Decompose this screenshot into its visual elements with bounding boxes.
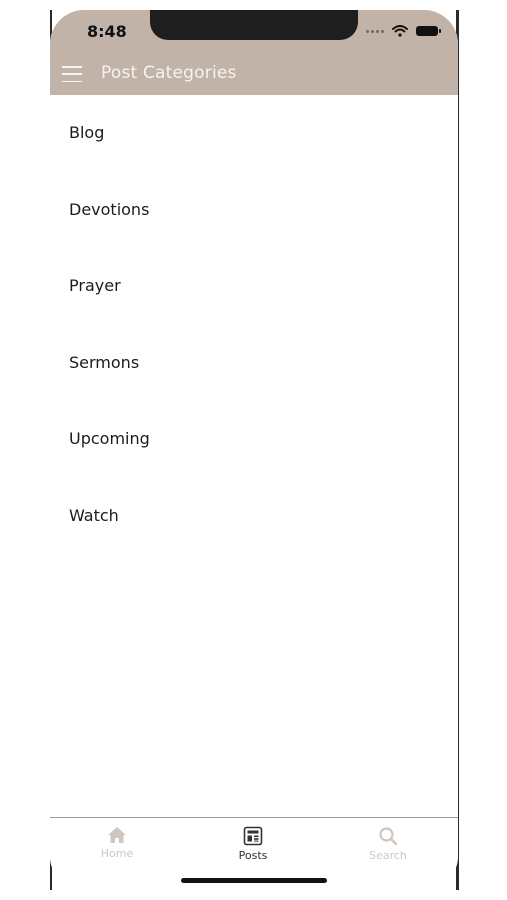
phone-screen: 8:48 Post Categories Blog Devotions Pray…	[50, 10, 458, 890]
app-header: 8:48 Post Categories	[50, 10, 458, 95]
category-label: Sermons	[69, 352, 140, 372]
tab-home-label: Home	[100, 847, 134, 860]
page-title: Post Categories	[101, 63, 237, 83]
tab-posts[interactable]: Posts	[198, 826, 308, 868]
tab-posts-label: Posts	[238, 849, 268, 862]
search-icon	[379, 827, 398, 846]
tab-home[interactable]: Home	[62, 826, 172, 868]
category-label: Upcoming	[69, 429, 150, 449]
category-label: Watch	[69, 505, 119, 525]
home-icon	[108, 827, 126, 843]
tab-search[interactable]: Search	[333, 826, 443, 868]
category-item-watch[interactable]: Watch	[50, 478, 458, 555]
screen: 8:48 Post Categories Blog Devotions Pray…	[0, 0, 507, 900]
status-icons	[366, 24, 441, 38]
category-item-prayer[interactable]: Prayer	[50, 248, 458, 325]
wifi-icon	[392, 25, 408, 37]
category-label: Devotions	[69, 199, 150, 219]
status-time: 8:48	[87, 22, 127, 41]
battery-icon	[416, 26, 441, 36]
category-item-upcoming[interactable]: Upcoming	[50, 401, 458, 478]
category-label: Blog	[69, 123, 105, 142]
category-item-sermons[interactable]: Sermons	[50, 325, 458, 402]
device-notch	[150, 10, 358, 40]
category-list: Blog Devotions Prayer Sermons Upcoming W…	[50, 95, 458, 555]
category-item-blog[interactable]: Blog	[50, 95, 458, 172]
category-label: Prayer	[69, 276, 121, 296]
posts-icon	[243, 826, 263, 846]
hamburger-menu-icon[interactable]	[62, 66, 82, 82]
tab-search-label: Search	[369, 849, 407, 862]
category-item-devotions[interactable]: Devotions	[50, 172, 458, 249]
home-indicator	[181, 878, 327, 883]
signal-dots-icon	[366, 29, 384, 33]
